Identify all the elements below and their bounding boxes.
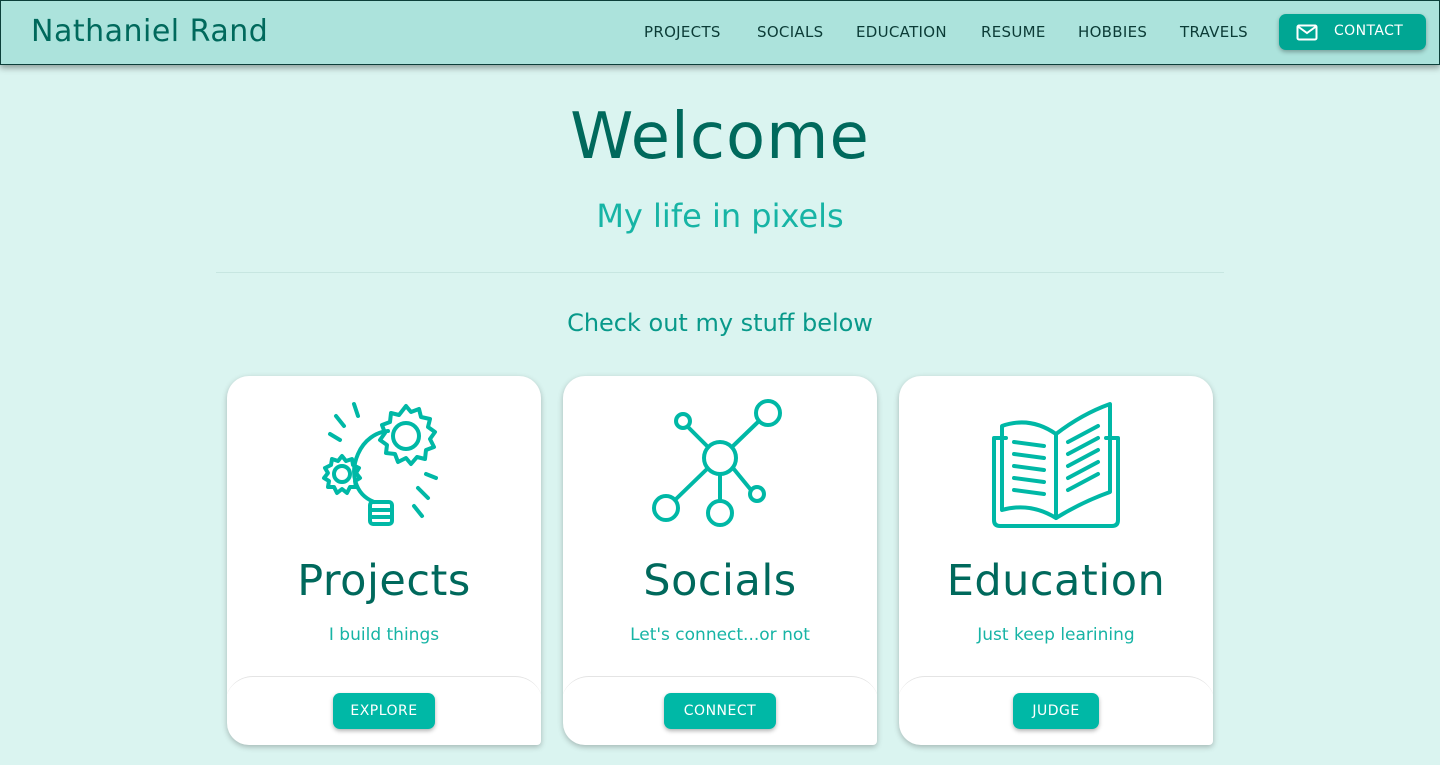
card-title: Socials — [643, 556, 797, 606]
card-title: Projects — [297, 556, 471, 606]
hero-subtitle: My life in pixels — [596, 197, 844, 235]
card-socials: Socials Let's connect...or not CONNECT — [563, 376, 877, 745]
nav-links: PROJECTS SOCIALS EDUCATION RESUME HOBBIE… — [1, 23, 1439, 43]
lightbulb-gears-icon — [322, 402, 438, 526]
mail-icon — [1296, 24, 1318, 41]
nav-link-travels[interactable]: TRAVELS — [1180, 23, 1248, 41]
open-book-icon — [992, 402, 1120, 528]
nav-link-resume[interactable]: RESUME — [981, 23, 1046, 41]
connect-button[interactable]: CONNECT — [664, 693, 776, 729]
contact-button[interactable]: CONTACT — [1279, 14, 1426, 50]
card-text: Let's connect...or not — [630, 625, 810, 645]
top-navbar: Nathaniel Rand PROJECTS SOCIALS EDUCATIO… — [0, 0, 1440, 65]
nav-link-projects[interactable]: PROJECTS — [644, 23, 721, 41]
judge-button[interactable]: JUDGE — [1013, 693, 1099, 729]
nav-link-socials[interactable]: SOCIALS — [757, 23, 823, 41]
card-projects: Projects I build things EXPLORE — [227, 376, 541, 745]
hero-title: Welcome — [570, 100, 870, 174]
card-title: Education — [946, 556, 1166, 606]
nav-link-hobbies[interactable]: HOBBIES — [1078, 23, 1147, 41]
contact-button-label: CONTACT — [1334, 23, 1404, 39]
card-text: Just keep learining — [977, 625, 1135, 645]
section-title: Check out my stuff below — [567, 309, 873, 337]
section-divider — [216, 272, 1224, 273]
page: Nathaniel Rand PROJECTS SOCIALS EDUCATIO… — [0, 0, 1440, 765]
card-education: Education Just keep learining JUDGE — [899, 376, 1213, 745]
nav-link-education[interactable]: EDUCATION — [856, 23, 947, 41]
explore-button[interactable]: EXPLORE — [333, 693, 435, 729]
network-nodes-icon — [652, 399, 782, 527]
card-text: I build things — [328, 625, 440, 645]
